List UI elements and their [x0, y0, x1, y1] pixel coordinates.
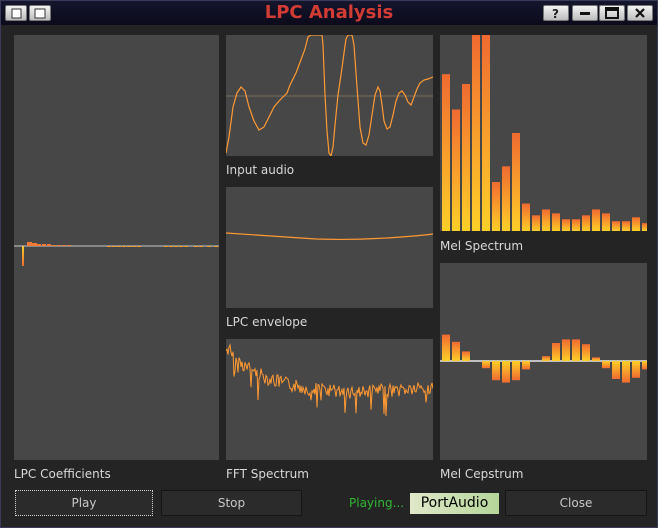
lpc-coefficient-bar — [214, 246, 218, 247]
mel-cepstrum-label: Mel Cepstrum — [440, 467, 524, 481]
mel-cepstrum-bar — [522, 361, 530, 370]
mel-spectrum-chart — [442, 35, 647, 231]
mel-spectrum-bar — [522, 203, 530, 231]
minimize-icon[interactable] — [572, 5, 598, 21]
mel-spectrum-bar — [592, 209, 600, 231]
title-bar[interactable]: LPC Analysis ? — [1, 1, 657, 25]
playback-status: Playing... — [349, 496, 405, 510]
fft-spectrum-plot — [226, 339, 433, 460]
input-audio-chart — [226, 35, 433, 156]
help-icon[interactable]: ? — [543, 5, 569, 21]
input-audio-plot — [226, 35, 433, 156]
lpc-coefficients-chart — [14, 242, 219, 266]
lpc-coefficient-bar — [62, 245, 66, 246]
window: LPC Analysis ? LPC Coefficients Input au… — [0, 0, 658, 528]
mel-cepstrum-bar — [492, 361, 500, 381]
mel-spectrum-bar — [452, 109, 460, 231]
lpc-envelope-curve — [226, 232, 433, 240]
input-audio-waveform — [226, 35, 433, 156]
mel-spectrum-bar — [482, 35, 490, 231]
mel-cepstrum-bar — [502, 361, 510, 383]
mel-spectrum-bar — [442, 74, 450, 231]
mel-spectrum-bar — [472, 35, 480, 231]
lpc-coefficient-bar — [179, 246, 183, 247]
mel-cepstrum-bar — [572, 339, 580, 361]
lpc-coefficients-plot — [14, 35, 219, 460]
mel-cepstrum-bar — [542, 356, 550, 361]
lpc-coefficient-bar — [169, 246, 173, 247]
lpc-coefficient-bar — [127, 246, 131, 247]
maximize-icon[interactable] — [599, 5, 625, 21]
audio-backend-badge: PortAudio — [410, 493, 499, 514]
mel-cepstrum-bar — [592, 357, 600, 361]
mel-cepstrum-bar — [442, 334, 450, 361]
lpc-coefficient-bar — [122, 246, 126, 247]
fft-spectrum-curve — [226, 342, 433, 417]
mel-spectrum-bar — [502, 166, 510, 231]
close-button[interactable]: Close — [505, 490, 647, 516]
lpc-coefficient-bar — [194, 246, 198, 247]
lpc-coefficient-bar — [47, 244, 51, 246]
mel-spectrum-bar — [492, 182, 500, 231]
mel-spectrum-bar — [602, 213, 610, 231]
mel-spectrum-plot — [440, 35, 647, 231]
mel-cepstrum-bar — [642, 361, 647, 370]
mel-cepstrum-bar — [612, 361, 620, 379]
lpc-coefficient-bar — [174, 246, 178, 247]
mel-spectrum-bar — [462, 84, 470, 231]
lpc-envelope-chart — [226, 232, 433, 240]
svg-text:?: ? — [552, 7, 559, 20]
mel-spectrum-bar — [572, 219, 580, 231]
lpc-envelope-plot — [226, 187, 433, 308]
mel-spectrum-bar — [612, 221, 620, 231]
lpc-coefficient-bar — [27, 242, 32, 246]
lpc-coefficients-label: LPC Coefficients — [14, 467, 111, 481]
mel-spectrum-bar — [622, 221, 630, 231]
mel-cepstrum-bar — [462, 351, 470, 361]
lpc-envelope-label: LPC envelope — [226, 315, 308, 329]
lpc-coefficient-bar — [107, 246, 111, 247]
lpc-coefficient-bar — [207, 246, 211, 247]
lpc-coefficient-bar — [67, 245, 71, 246]
mel-cepstrum-chart — [440, 334, 647, 383]
mel-spectrum-bar — [512, 133, 520, 231]
lpc-coefficient-bar — [57, 245, 61, 246]
mel-cepstrum-bar — [552, 343, 560, 361]
lpc-coefficient-bar — [117, 246, 121, 247]
lpc-coefficient-bar — [52, 245, 56, 246]
mel-spectrum-bar — [582, 215, 590, 231]
mel-cepstrum-bar — [562, 339, 570, 361]
mel-spectrum-bar — [532, 215, 540, 231]
stop-button[interactable]: Stop — [161, 490, 302, 516]
mel-spectrum-bar — [632, 217, 640, 231]
input-audio-label: Input audio — [226, 163, 295, 177]
fft-spectrum-chart — [226, 342, 433, 417]
play-button[interactable]: Play — [15, 490, 153, 516]
lpc-coefficient-bar — [112, 246, 116, 247]
lpc-coefficient-bar — [37, 244, 41, 246]
lpc-coefficient-bar — [199, 246, 203, 247]
mel-spectrum-bar — [552, 213, 560, 231]
lpc-coefficient-bar — [132, 246, 136, 247]
lpc-coefficient-bar — [184, 246, 188, 247]
mel-cepstrum-bar — [452, 341, 460, 361]
lpc-coefficient-bar — [32, 243, 37, 246]
mel-cepstrum-bar — [512, 361, 520, 381]
close-icon[interactable] — [627, 5, 653, 21]
lpc-coefficient-bar — [42, 244, 46, 246]
mel-cepstrum-plot — [440, 263, 647, 460]
mel-cepstrum-bar — [482, 361, 490, 369]
mel-spectrum-bar — [542, 209, 550, 231]
lpc-coefficient-bar — [22, 246, 24, 266]
fft-spectrum-label: FFT Spectrum — [226, 467, 309, 481]
mel-spectrum-label: Mel Spectrum — [440, 239, 524, 253]
mel-cepstrum-bar — [622, 361, 630, 383]
mel-cepstrum-bar — [582, 344, 590, 361]
lpc-coefficient-bar — [137, 246, 141, 247]
mel-cepstrum-bar — [632, 361, 640, 378]
mel-spectrum-bar — [562, 219, 570, 231]
mel-spectrum-bar — [642, 223, 647, 231]
mel-cepstrum-bar — [602, 361, 610, 369]
lpc-coefficient-bar — [164, 246, 168, 247]
